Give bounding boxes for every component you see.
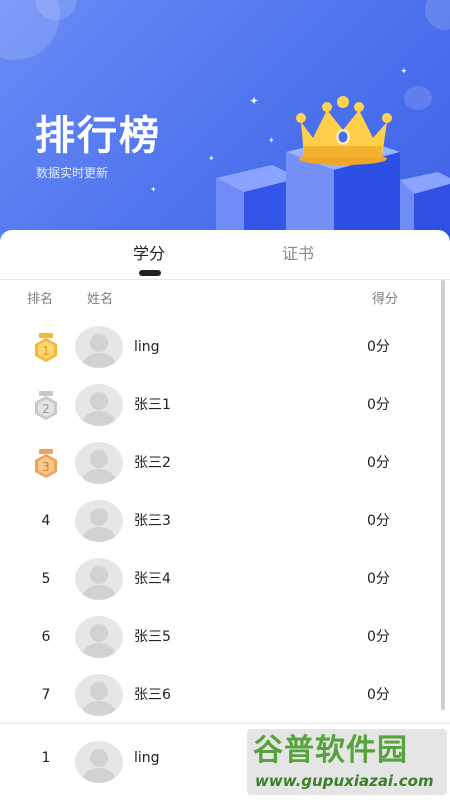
bronze-medal-icon: 3 xyxy=(35,449,57,478)
user-name: 张三3 xyxy=(134,513,171,529)
avatar xyxy=(75,442,123,484)
page-subtitle: 数据实时更新 xyxy=(36,166,109,180)
leaderboard-row[interactable]: 1 ling 0分 xyxy=(0,318,440,376)
tab-bar: 学分 证书 xyxy=(0,230,450,280)
user-name: 张三1 xyxy=(134,397,171,413)
rank-number: 5 xyxy=(41,571,51,587)
avatar xyxy=(75,384,123,426)
user-score: 0分 xyxy=(367,513,390,529)
tab-certificates[interactable]: 证书 xyxy=(282,242,314,266)
rank-number: 6 xyxy=(41,629,51,645)
medal-rank-label: 3 xyxy=(42,460,50,474)
silver-medal-icon: 2 xyxy=(35,391,57,420)
sparkle-icon: ✦ xyxy=(400,67,408,77)
leaderboard-row[interactable]: 4 张三3 0分 xyxy=(0,492,440,550)
user-score: 0分 xyxy=(367,629,390,645)
ranking-card: 学分 证书 排名 姓名 得分 1 ling 0分 2 张三1 0分 3 张三2 … xyxy=(0,230,450,800)
user-name: 张三5 xyxy=(134,629,171,645)
page-title: 排行榜 xyxy=(35,113,161,159)
user-score: 0分 xyxy=(367,687,390,703)
active-tab-indicator xyxy=(139,270,161,276)
hero-banner: ✦ ✦ ✦ ✦ ✦ 排行榜 数据实时更新 xyxy=(0,0,450,250)
my-rank-number: 1 xyxy=(41,750,51,766)
sparkle-icon: ✦ xyxy=(150,185,157,194)
watermark-brand: 谷普软件园 xyxy=(253,733,408,768)
leaderboard-row[interactable]: 6 张三5 0分 xyxy=(0,608,440,666)
user-name: 张三2 xyxy=(134,455,171,471)
leaderboard-row[interactable]: 2 张三1 0分 xyxy=(0,376,440,434)
leaderboard-row[interactable]: 5 张三4 0分 xyxy=(0,550,440,608)
user-score: 0分 xyxy=(367,571,390,587)
medal-rank-label: 1 xyxy=(42,344,50,358)
avatar xyxy=(75,674,123,716)
column-header-rank: 排名 xyxy=(27,292,54,307)
avatar xyxy=(75,558,123,600)
crown-podium-illustration xyxy=(216,96,450,250)
user-name: 张三6 xyxy=(134,687,171,703)
column-header-score: 得分 xyxy=(372,292,399,307)
column-header-name: 姓名 xyxy=(87,292,114,307)
gold-medal-icon: 1 xyxy=(35,333,57,362)
medal-rank-label: 2 xyxy=(42,402,50,416)
site-watermark: 谷普软件园 www.gupuxiazai.com xyxy=(247,729,447,795)
rank-number: 4 xyxy=(41,513,51,529)
watermark-url: www.gupuxiazai.com xyxy=(255,772,434,790)
avatar xyxy=(75,500,123,542)
list-scrollbar[interactable] xyxy=(441,280,445,710)
user-name: 张三4 xyxy=(134,571,171,587)
tab-credits[interactable]: 学分 xyxy=(133,242,165,266)
leaderboard-row[interactable]: 7 张三6 0分 xyxy=(0,666,440,724)
avatar xyxy=(75,616,123,658)
user-score: 0分 xyxy=(367,339,390,355)
decor-bubble xyxy=(425,0,450,30)
user-score: 0分 xyxy=(367,397,390,413)
user-name: ling xyxy=(134,339,160,355)
leaderboard-row[interactable]: 3 张三2 0分 xyxy=(0,434,440,492)
rank-number: 7 xyxy=(41,687,51,703)
avatar xyxy=(75,326,123,368)
my-avatar xyxy=(75,741,123,783)
my-name: ling xyxy=(134,750,160,766)
user-score: 0分 xyxy=(367,455,390,471)
